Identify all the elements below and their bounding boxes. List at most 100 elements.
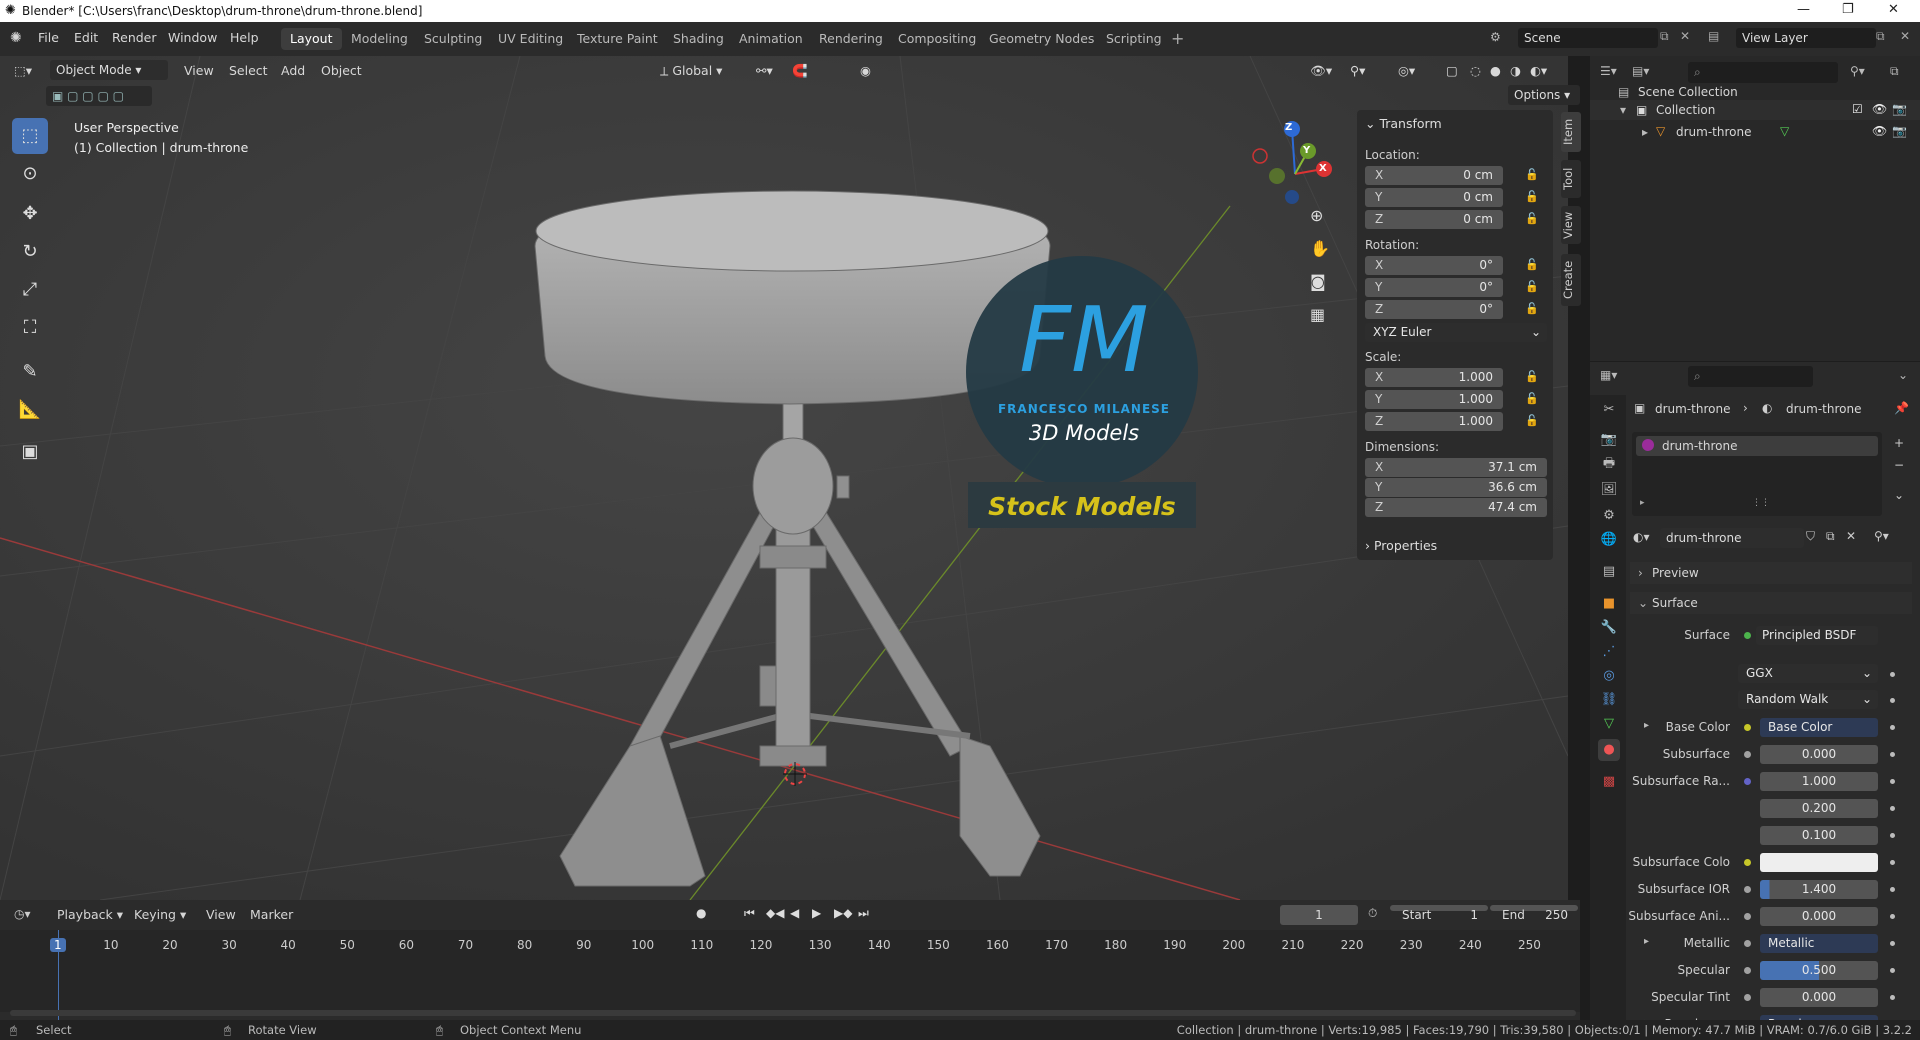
- tab-rendering[interactable]: Rendering: [810, 28, 892, 50]
- menu-window[interactable]: Window: [168, 30, 217, 45]
- dimension-z-field[interactable]: Z 47.4 cm: [1365, 498, 1547, 517]
- location-x-field[interactable]: X 0 cm: [1365, 166, 1503, 185]
- material-shading-icon[interactable]: ◑: [1510, 63, 1521, 78]
- lock-icon[interactable]: 🔓: [1525, 302, 1539, 315]
- output-tab-icon[interactable]: 🖶: [1598, 453, 1620, 475]
- keyframe-dot[interactable]: [1890, 752, 1895, 757]
- overlay-toggle-icon[interactable]: ◎▾: [1398, 63, 1415, 78]
- keyframe-dot[interactable]: [1890, 941, 1895, 946]
- filter-icon[interactable]: ⚲▾: [1874, 529, 1889, 543]
- end-frame-field[interactable]: End 250: [1490, 905, 1578, 922]
- tab-tool[interactable]: Tool: [1561, 160, 1581, 198]
- duplicate-icon[interactable]: ⧉: [1826, 529, 1835, 544]
- new-collection-icon[interactable]: ⧉: [1890, 64, 1899, 79]
- rotate-tool[interactable]: ↻: [12, 234, 48, 270]
- zoom-icon[interactable]: ⊕: [1310, 206, 1323, 225]
- scale-x-field[interactable]: X 1.000: [1365, 368, 1503, 387]
- tab-shading[interactable]: Shading: [664, 28, 733, 50]
- pan-hand-icon[interactable]: ✋: [1310, 239, 1330, 258]
- menu-help[interactable]: Help: [230, 30, 259, 45]
- tab-scripting[interactable]: Scripting: [1097, 28, 1171, 50]
- play-icon[interactable]: ▶: [812, 906, 821, 920]
- shader-input-field[interactable]: 1.000: [1760, 772, 1878, 791]
- clock-icon[interactable]: ⏱: [1368, 906, 1377, 921]
- shader-input-field[interactable]: 0.500: [1760, 961, 1878, 980]
- shader-input-field[interactable]: Base Color: [1760, 718, 1878, 737]
- physics-tab-icon[interactable]: ◎: [1598, 665, 1620, 687]
- scene-tab-icon[interactable]: ⚙: [1598, 505, 1620, 527]
- current-frame-field[interactable]: 1: [1280, 905, 1358, 925]
- socket-icon[interactable]: [1744, 994, 1751, 1001]
- annotate-tool[interactable]: ✎: [12, 354, 48, 390]
- tab-texture-paint[interactable]: Texture Paint: [568, 28, 667, 50]
- fake-user-icon[interactable]: ⛉: [1806, 529, 1815, 544]
- next-keyframe-icon[interactable]: ▶◆: [834, 906, 852, 920]
- blender-menu-icon[interactable]: ✺: [10, 30, 22, 46]
- subsurface-method-selector[interactable]: Random Walk ⌄: [1738, 690, 1878, 709]
- lock-icon[interactable]: 🔓: [1525, 414, 1539, 427]
- view-layer-selector[interactable]: View Layer: [1736, 28, 1876, 48]
- timeline-menu-playback[interactable]: Playback ▾: [57, 907, 123, 922]
- outliner-row-collection[interactable]: ▾ ▣ Collection ☑ 👁 📷: [1590, 100, 1920, 120]
- lock-icon[interactable]: 🔓: [1525, 370, 1539, 383]
- expand-icon[interactable]: ▸: [1640, 498, 1645, 508]
- outliner-type-icon[interactable]: ☰▾: [1600, 64, 1617, 78]
- surface-panel-header[interactable]: ⌄ Surface: [1630, 592, 1912, 614]
- location-y-field[interactable]: Y 0 cm: [1365, 188, 1503, 207]
- socket-icon[interactable]: [1744, 913, 1751, 920]
- filter-icon[interactable]: ⚲▾: [1850, 64, 1865, 78]
- properties-search-input[interactable]: ⌕: [1688, 366, 1813, 387]
- shader-input-field[interactable]: [1760, 853, 1878, 872]
- tab-item[interactable]: Item: [1561, 112, 1581, 152]
- timeline-type-icon[interactable]: ◷▾: [14, 907, 31, 921]
- lock-icon[interactable]: 🔓: [1525, 280, 1539, 293]
- wireframe-shading-icon[interactable]: ◌: [1470, 63, 1481, 78]
- select-box-tool[interactable]: ⬚: [12, 118, 48, 154]
- constraints-tab-icon[interactable]: ⛓: [1598, 689, 1620, 711]
- add-slot-icon[interactable]: +: [1894, 436, 1904, 450]
- tab-layout[interactable]: Layout: [281, 28, 342, 50]
- transform-panel-header[interactable]: ⌄ Transform: [1365, 116, 1442, 131]
- snap-icon[interactable]: 🧲: [792, 63, 808, 79]
- tab-geometry-nodes[interactable]: Geometry Nodes: [980, 28, 1103, 50]
- outliner-scene-collection[interactable]: Scene Collection: [1638, 85, 1738, 99]
- move-tool[interactable]: ✥: [12, 196, 48, 232]
- scale-y-field[interactable]: Y 1.000: [1365, 390, 1503, 409]
- dimension-y-field[interactable]: Y 36.6 cm: [1365, 478, 1547, 497]
- shader-input-field[interactable]: 0.100: [1760, 826, 1878, 845]
- close-icon[interactable]: ✕: [1888, 2, 1899, 17]
- solid-shading-icon[interactable]: ●: [1490, 63, 1501, 78]
- keyframe-dot[interactable]: [1890, 806, 1895, 811]
- unlink-icon[interactable]: ✕: [1846, 529, 1856, 543]
- prev-keyframe-icon[interactable]: ◆◀: [766, 906, 784, 920]
- tab-animation[interactable]: Animation: [730, 28, 812, 50]
- camera-icon[interactable]: 📷: [1892, 102, 1907, 116]
- expand-icon[interactable]: ▸: [1644, 720, 1649, 731]
- viewport-menu-add[interactable]: Add: [281, 63, 305, 78]
- outliner-search-input[interactable]: ⌕: [1688, 62, 1838, 83]
- measure-tool[interactable]: 📐: [12, 392, 48, 428]
- display-mode-icon[interactable]: ▤▾: [1632, 64, 1649, 78]
- pivot-icon[interactable]: ⚯▾: [756, 63, 773, 78]
- shader-input-field[interactable]: Metallic: [1760, 934, 1878, 953]
- world-tab-icon[interactable]: 🌐: [1598, 529, 1620, 551]
- dimension-x-field[interactable]: X 37.1 cm: [1365, 458, 1547, 477]
- material-browse-icon[interactable]: ◐▾: [1633, 530, 1650, 544]
- tab-view[interactable]: View: [1561, 206, 1581, 244]
- xray-icon[interactable]: ▢: [1446, 63, 1458, 78]
- chevron-down-icon[interactable]: ⌄: [1894, 488, 1904, 502]
- minimize-icon[interactable]: —: [1797, 2, 1810, 17]
- shader-input-field[interactable]: 1.400: [1760, 880, 1878, 899]
- delete-scene-icon[interactable]: ✕: [1680, 29, 1690, 43]
- rotation-x-field[interactable]: X 0°: [1365, 256, 1503, 275]
- expand-icon[interactable]: ▸: [1642, 125, 1648, 139]
- expand-icon[interactable]: ▾: [1620, 103, 1626, 117]
- preview-panel-header[interactable]: › Preview: [1630, 562, 1912, 584]
- keyframe-area[interactable]: [0, 952, 1580, 1012]
- menu-edit[interactable]: Edit: [74, 30, 98, 45]
- collection-tab-icon[interactable]: ▤: [1598, 561, 1620, 583]
- timeline-menu-view[interactable]: View: [206, 907, 236, 922]
- keyframe-dot[interactable]: [1890, 914, 1895, 919]
- new-scene-icon[interactable]: ⧉: [1660, 29, 1669, 44]
- socket-icon[interactable]: [1744, 886, 1751, 893]
